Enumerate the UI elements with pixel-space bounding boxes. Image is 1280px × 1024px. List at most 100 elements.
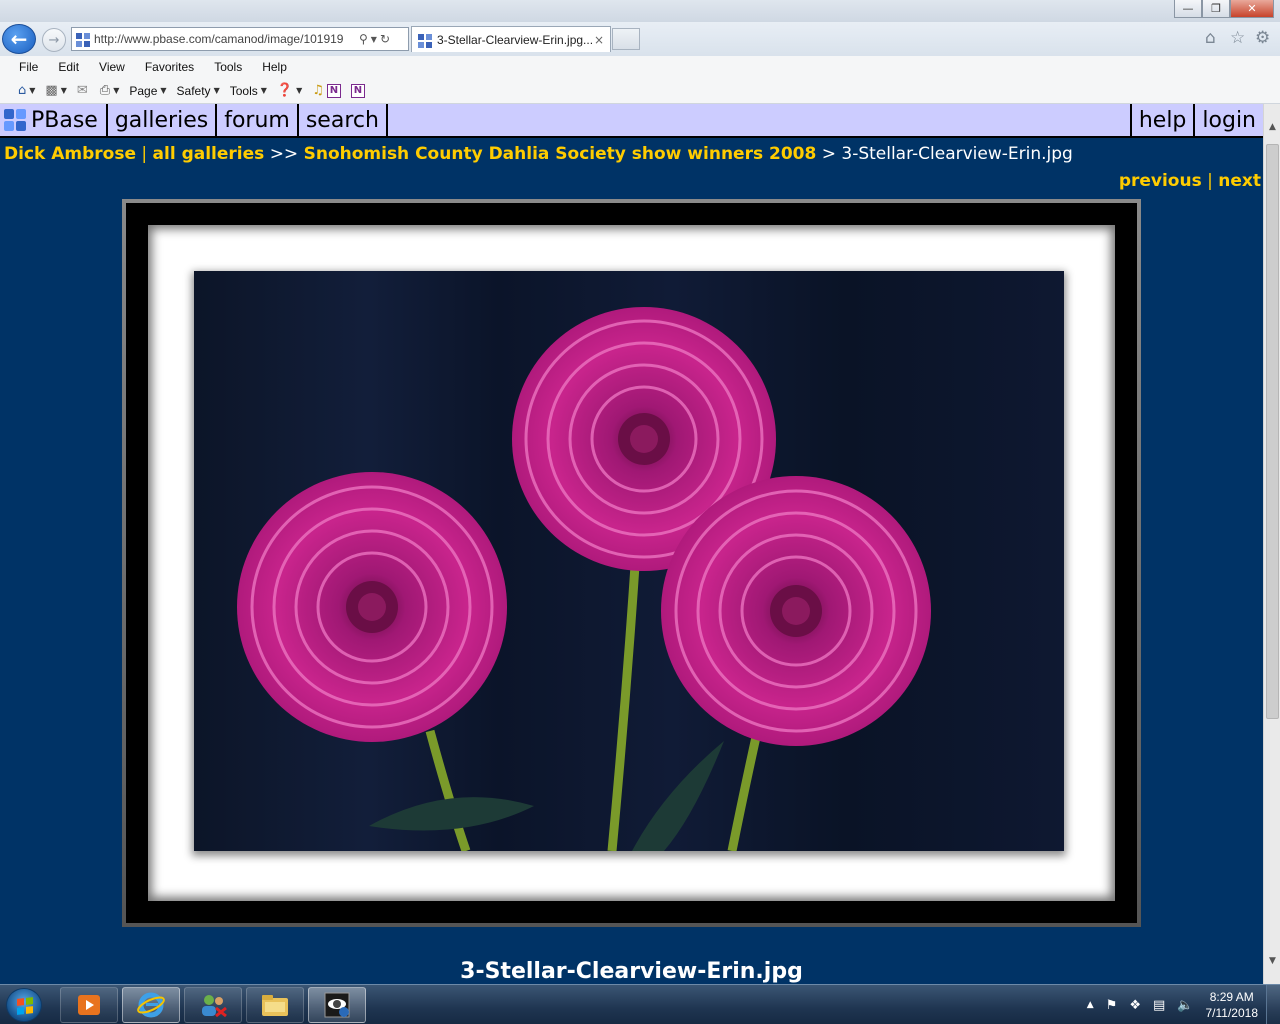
tab-favicon — [418, 33, 432, 48]
forward-button[interactable]: → — [42, 28, 66, 52]
back-button[interactable]: ← — [2, 24, 36, 54]
clock-time: 8:29 AM — [1209, 990, 1254, 1004]
pager-sep: | — [1207, 171, 1213, 191]
safety-dropdown-icon[interactable]: ▼ — [214, 86, 220, 95]
nav-galleries[interactable]: galleries — [108, 104, 218, 136]
dropbox-icon[interactable]: ❖ — [1129, 998, 1141, 1013]
breadcrumb-gallery[interactable]: Snohomish County Dahlia Society show win… — [304, 144, 817, 164]
page-menu[interactable]: Page — [129, 84, 157, 98]
clock-date: 7/11/2018 — [1205, 1006, 1259, 1020]
start-button[interactable] — [6, 988, 42, 1022]
next-link[interactable]: next — [1218, 171, 1261, 191]
scroll-up-icon[interactable]: ▲ — [1264, 118, 1280, 135]
windows-taskbar: ▲ ⚑ ❖ ▤ 🔈 8:29 AM 7/11/2018 — [0, 984, 1280, 1024]
menu-bar: File Edit View Favorites Tools Help — [0, 56, 1280, 78]
page-scrollbar[interactable]: ▲ ▼ — [1263, 104, 1280, 984]
nav-login[interactable]: login — [1195, 104, 1263, 136]
breadcrumb: Dick Ambrose | all galleries >> Snohomis… — [4, 144, 1073, 164]
safety-menu[interactable]: Safety — [177, 84, 211, 98]
menu-tools[interactable]: Tools — [214, 60, 242, 74]
nav-forum[interactable]: forum — [217, 104, 299, 136]
window-titlebar: — ❐ ✕ — [0, 0, 1280, 22]
pbase-nav-bar: PBase galleries forum search help login — [0, 104, 1263, 138]
dahlia-photo-illustration — [237, 307, 931, 851]
minimize-icon[interactable]: — — [1174, 0, 1202, 18]
refresh-icon[interactable]: ↻ — [380, 32, 390, 46]
breadcrumb-sep: > — [821, 144, 836, 164]
system-tray: ▲ ⚑ ❖ ▤ 🔈 8:29 AM 7/11/2018 — [1087, 985, 1280, 1024]
print-dropdown-icon[interactable]: ▼ — [113, 86, 119, 95]
system-clock[interactable]: 8:29 AM 7/11/2018 — [1206, 989, 1259, 1021]
onenote-icon[interactable]: N — [326, 83, 341, 98]
menu-file[interactable]: File — [19, 60, 38, 74]
menu-edit[interactable]: Edit — [58, 60, 79, 74]
browser-nav-row: ← → http://www.pbase.com/camanod/image/1… — [0, 22, 1280, 56]
breadcrumb-all-galleries[interactable]: all galleries — [153, 144, 265, 164]
action-center-flag-icon[interactable]: ⚑ — [1106, 998, 1118, 1013]
nav-spacer — [388, 104, 1132, 136]
nav-search[interactable]: search — [299, 104, 388, 136]
photo-frame-mat — [126, 203, 1137, 923]
file-explorer-taskbar-icon[interactable] — [246, 987, 304, 1023]
address-bar[interactable]: http://www.pbase.com/camanod/image/10191… — [71, 27, 409, 51]
dahlia-left — [237, 472, 507, 742]
command-bar: ⌂ ▼ ▩ ▼ ✉ ⎙ ▼ Page ▼ Safety ▼ Tools ▼ ❓ ▼ ♫ N N — [0, 78, 1280, 104]
onenote-linked-icon[interactable]: N — [350, 83, 365, 98]
search-icon[interactable]: ⚲ — [359, 32, 368, 46]
pbase-logo-text: PBase — [31, 107, 98, 133]
home-icon[interactable]: ⌂ — [1205, 28, 1216, 48]
home-dropdown-icon[interactable]: ▼ — [29, 86, 35, 95]
tab-close-icon[interactable]: × — [594, 33, 604, 47]
mail-icon[interactable]: ✉ — [77, 83, 88, 98]
photo-frame — [122, 199, 1141, 927]
pbase-logo[interactable]: PBase — [0, 104, 108, 136]
restore-icon[interactable]: ❐ — [1202, 0, 1230, 18]
previous-link[interactable]: previous — [1119, 171, 1202, 191]
photo-viewer-taskbar-icon[interactable] — [308, 987, 366, 1023]
photo-frame-border — [148, 225, 1115, 901]
pbase-logo-icon — [4, 109, 26, 131]
breadcrumb-current: 3-Stellar-Clearview-Erin.jpg — [841, 144, 1073, 164]
menu-help[interactable]: Help — [262, 60, 287, 74]
scroll-down-icon[interactable]: ▼ — [1264, 952, 1280, 969]
address-url[interactable]: http://www.pbase.com/camanod/image/10191… — [94, 32, 356, 46]
show-hidden-icons-icon[interactable]: ▲ — [1087, 1000, 1094, 1010]
help-dropdown-icon[interactable]: ▼ — [296, 86, 302, 95]
tab-active[interactable]: 3-Stellar-Clearview-Erin.jpg... × — [411, 26, 611, 52]
image-pager: previous | next — [1119, 171, 1261, 191]
feeds-dropdown-icon[interactable]: ▼ — [61, 86, 67, 95]
network-icon[interactable]: ▤ — [1153, 998, 1165, 1013]
main-photo[interactable] — [194, 271, 1064, 851]
page-dropdown-icon[interactable]: ▼ — [160, 86, 166, 95]
nav-help[interactable]: help — [1132, 104, 1196, 136]
new-tab-button[interactable] — [612, 28, 640, 50]
site-favicon — [76, 32, 90, 47]
tools-menu[interactable]: Tools — [230, 84, 258, 98]
help-icon[interactable]: ❓ — [277, 83, 293, 98]
volume-muted-icon[interactable]: 🔈 — [1177, 998, 1193, 1013]
internet-explorer-taskbar-icon[interactable] — [122, 987, 180, 1023]
breadcrumb-sep: | — [141, 144, 148, 164]
image-caption: 3-Stellar-Clearview-Erin.jpg — [460, 959, 803, 984]
close-icon[interactable]: ✕ — [1230, 0, 1274, 18]
breadcrumb-owner[interactable]: Dick Ambrose — [4, 144, 136, 164]
home-cmd-icon[interactable]: ⌂ — [18, 83, 26, 98]
menu-view[interactable]: View — [99, 60, 125, 74]
dahlia-right — [661, 476, 931, 746]
scroll-thumb[interactable] — [1266, 144, 1279, 719]
windows-logo-icon — [17, 997, 33, 1015]
address-dropdown-icon[interactable]: ▼ — [371, 35, 377, 44]
window-controls: — ❐ ✕ — [1174, 0, 1274, 18]
settings-gear-icon[interactable]: ⚙ — [1255, 28, 1270, 48]
users-taskbar-icon[interactable] — [184, 987, 242, 1023]
menu-favorites[interactable]: Favorites — [145, 60, 194, 74]
breadcrumb-sep: >> — [269, 144, 299, 164]
research-icon[interactable]: ♫ — [312, 83, 324, 98]
favorites-star-icon[interactable]: ☆ — [1230, 28, 1245, 48]
print-icon[interactable]: ⎙ — [100, 83, 110, 98]
show-desktop-button[interactable] — [1266, 985, 1280, 1024]
tab-title: 3-Stellar-Clearview-Erin.jpg... — [437, 32, 594, 47]
feeds-icon[interactable]: ▩ — [45, 83, 57, 98]
media-player-taskbar-icon[interactable] — [60, 987, 118, 1023]
tools-dropdown-icon[interactable]: ▼ — [261, 86, 267, 95]
